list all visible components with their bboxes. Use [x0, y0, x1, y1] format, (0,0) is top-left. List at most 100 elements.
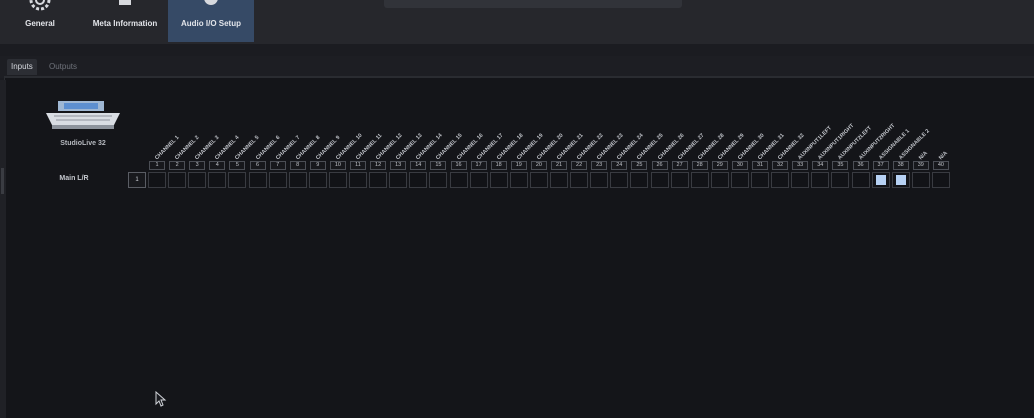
- column-number: 39: [912, 161, 929, 170]
- routing-cell[interactable]: [409, 172, 428, 188]
- column-number: 33: [792, 161, 809, 170]
- routing-cell[interactable]: [931, 172, 950, 188]
- routing-cell[interactable]: [328, 172, 347, 188]
- routing-cell[interactable]: [308, 172, 327, 188]
- routing-cell[interactable]: [690, 172, 709, 188]
- routing-cell[interactable]: [148, 172, 166, 188]
- column-number: 36: [852, 161, 869, 170]
- tab-general[interactable]: General: [14, 0, 66, 42]
- column-number: 26: [651, 161, 668, 170]
- routing-cell[interactable]: [349, 172, 367, 188]
- column-number: 10: [329, 161, 346, 170]
- column-number: 23: [591, 161, 608, 170]
- routing-cell[interactable]: [288, 172, 307, 188]
- routing-cell[interactable]: [630, 172, 649, 188]
- routing-cell[interactable]: [710, 172, 729, 188]
- column-number: 16: [450, 161, 467, 170]
- title-field[interactable]: [384, 0, 682, 8]
- mixer-device-icon: [46, 101, 120, 129]
- routing-cell[interactable]: [208, 172, 227, 188]
- tab-meta-information[interactable]: Meta Information: [82, 0, 168, 42]
- document-icon: [119, 0, 131, 5]
- tab-label: Audio I/O Setup: [181, 19, 241, 28]
- column-number: 12: [370, 161, 387, 170]
- device-name: StudioLive 32: [60, 140, 106, 147]
- row-number: 1: [128, 172, 146, 188]
- column-number: 35: [832, 161, 849, 170]
- routing-cell[interactable]: [891, 172, 910, 188]
- routing-cell[interactable]: [550, 172, 568, 188]
- routing-cell[interactable]: [911, 172, 930, 188]
- routing-cell[interactable]: [650, 172, 669, 188]
- column-number: 38: [892, 161, 909, 170]
- routing-cell[interactable]: [751, 172, 769, 188]
- routing-cell[interactable]: [590, 172, 609, 188]
- routing-cell[interactable]: [811, 172, 830, 188]
- routing-cell[interactable]: [831, 172, 850, 188]
- routing-cell[interactable]: [509, 172, 528, 188]
- mouse-cursor-icon: [155, 391, 167, 407]
- column-number: 24: [611, 161, 628, 170]
- routing-cell[interactable]: [670, 172, 689, 188]
- subtab-inputs[interactable]: Inputs: [7, 59, 37, 75]
- column-number: 15: [430, 161, 447, 170]
- column-number: 20: [530, 161, 547, 170]
- routing-cell[interactable]: [851, 172, 870, 188]
- column-number: 3: [189, 161, 206, 170]
- routing-cell[interactable]: [389, 172, 408, 188]
- knob-icon: [204, 0, 218, 5]
- column-number: 25: [631, 161, 648, 170]
- row-label-main-lr: Main L/R: [59, 175, 89, 182]
- routing-cell[interactable]: [570, 172, 589, 188]
- column-number: 18: [490, 161, 507, 170]
- column-number: 7: [269, 161, 286, 170]
- tab-audio-io-setup[interactable]: Audio I/O Setup: [168, 0, 254, 42]
- left-scrollbar[interactable]: [0, 80, 6, 418]
- top-toolbar: General Meta Information Audio I/O Setup: [0, 0, 1034, 44]
- routing-cell[interactable]: [871, 172, 890, 188]
- routing-cell[interactable]: [791, 172, 810, 188]
- tab-label: Meta Information: [92, 19, 158, 28]
- routing-cell[interactable]: [469, 172, 488, 188]
- column-number: 9: [309, 161, 326, 170]
- routing-cell[interactable]: [248, 172, 267, 188]
- column-number: 37: [872, 161, 889, 170]
- column-number: 29: [711, 161, 728, 170]
- column-number: 27: [671, 161, 688, 170]
- column-number: 6: [249, 161, 266, 170]
- column-number: 5: [229, 161, 246, 170]
- routing-cell[interactable]: [730, 172, 749, 188]
- column-number: 8: [289, 161, 306, 170]
- column-number: 19: [510, 161, 527, 170]
- column-number: 4: [209, 161, 226, 170]
- column-number: 30: [731, 161, 748, 170]
- routing-cell[interactable]: [771, 172, 790, 188]
- column-number: 40: [932, 161, 949, 170]
- column-number: 13: [390, 161, 407, 170]
- routing-cell[interactable]: [369, 172, 388, 188]
- column-number: 21: [551, 161, 567, 170]
- routing-cell[interactable]: [610, 172, 629, 188]
- column-number: 14: [410, 161, 427, 170]
- column-number: 17: [470, 161, 487, 170]
- routing-panel: [4, 76, 1034, 418]
- column-number: 22: [571, 161, 588, 170]
- column-number: 1: [149, 161, 165, 170]
- gear-icon: [29, 0, 51, 11]
- routing-cell[interactable]: [449, 172, 468, 188]
- subtab-bar: [0, 56, 1034, 78]
- routing-cell[interactable]: [168, 172, 187, 188]
- routing-cell[interactable]: [429, 172, 448, 188]
- routing-cell[interactable]: [228, 172, 247, 188]
- column-number: 31: [752, 161, 768, 170]
- column-number: 28: [691, 161, 708, 170]
- subtab-outputs[interactable]: Outputs: [45, 59, 81, 75]
- tab-label: General: [25, 19, 55, 28]
- column-number: 2: [169, 161, 186, 170]
- column-number: 11: [350, 161, 366, 170]
- routing-cell[interactable]: [268, 172, 287, 188]
- column-number: 34: [812, 161, 829, 170]
- routing-cell[interactable]: [529, 172, 548, 188]
- routing-cell[interactable]: [489, 172, 508, 188]
- routing-cell[interactable]: [188, 172, 207, 188]
